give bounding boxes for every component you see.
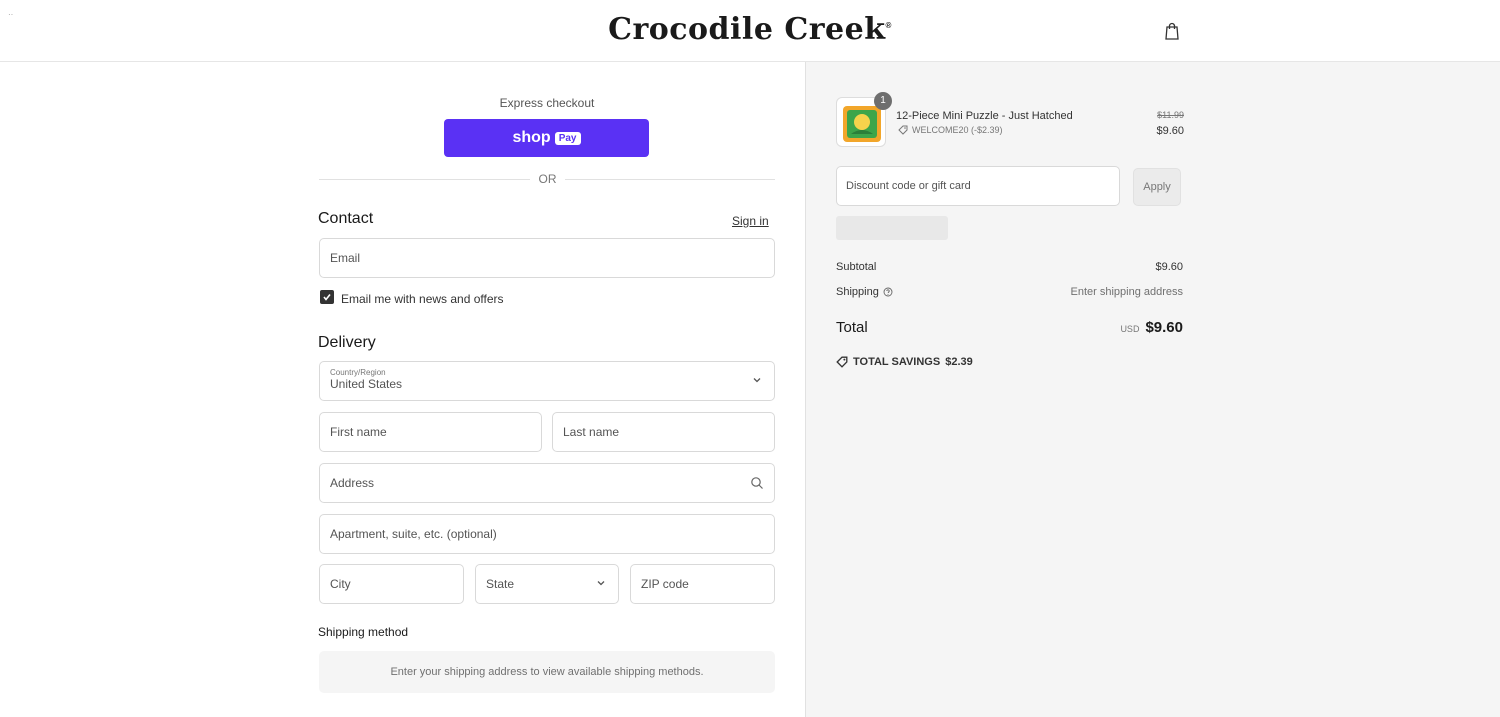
chevron-down-icon bbox=[597, 581, 605, 586]
product-discount: WELCOME20 (-$2.39) bbox=[898, 125, 1003, 135]
divider-right bbox=[565, 179, 775, 180]
total-savings: TOTAL SAVINGS $2.39 bbox=[836, 356, 973, 368]
search-icon bbox=[751, 477, 763, 489]
header: ·· Crocodile Creek® bbox=[0, 0, 1500, 62]
shipping-value: Enter shipping address bbox=[1070, 286, 1183, 298]
shop-pay-button[interactable]: shop Pay bbox=[444, 119, 649, 157]
currency-label: USD bbox=[1120, 324, 1140, 334]
shipping-method-title: Shipping method bbox=[318, 625, 409, 639]
country-select[interactable]: Country/Region United States bbox=[319, 361, 775, 401]
product-name: 12-Piece Mini Puzzle - Just Hatched bbox=[896, 110, 1073, 122]
state-placeholder: State bbox=[486, 577, 515, 591]
shipping-method-note: Enter your shipping address to view avai… bbox=[319, 651, 775, 693]
zip-placeholder: ZIP code bbox=[641, 577, 689, 591]
apartment-field[interactable]: Apartment, suite, etc. (optional) bbox=[319, 514, 775, 554]
contact-title: Contact bbox=[318, 210, 374, 227]
city-placeholder: City bbox=[330, 577, 351, 591]
subtotal-label: Subtotal bbox=[836, 261, 876, 273]
email-field[interactable]: Email bbox=[319, 238, 775, 278]
express-checkout-label: Express checkout bbox=[499, 96, 595, 110]
order-summary: 1 12-Piece Mini Puzzle - Just Hatched WE… bbox=[805, 62, 1500, 717]
logo-text: Crocodile Creek bbox=[608, 12, 886, 47]
loading-placeholder bbox=[836, 216, 948, 240]
or-divider-label: OR bbox=[538, 172, 557, 186]
address-field[interactable]: Address bbox=[319, 463, 775, 503]
store-logo[interactable]: Crocodile Creek® bbox=[0, 12, 1500, 47]
total-label: Total bbox=[836, 319, 868, 336]
shop-pay-pay-label: Pay bbox=[554, 131, 581, 145]
newsletter-label: Email me with news and offers bbox=[341, 292, 504, 306]
first-name-placeholder: First name bbox=[330, 425, 387, 439]
discount-placeholder: Discount code or gift card bbox=[846, 180, 971, 192]
divider-left bbox=[319, 179, 530, 180]
delivery-title: Delivery bbox=[318, 334, 376, 351]
sign-in-link[interactable]: Sign in bbox=[732, 214, 769, 228]
savings-value: $2.39 bbox=[945, 356, 973, 368]
email-placeholder: Email bbox=[330, 251, 361, 265]
product-original-price: $11.99 bbox=[1157, 110, 1184, 120]
help-icon[interactable] bbox=[883, 287, 893, 297]
check-icon bbox=[323, 294, 331, 301]
last-name-placeholder: Last name bbox=[563, 425, 620, 439]
country-label: Country/Region bbox=[330, 368, 386, 377]
shopping-bag-icon[interactable] bbox=[1164, 22, 1180, 40]
discount-code-input[interactable]: Discount code or gift card bbox=[836, 166, 1120, 206]
zip-field[interactable]: ZIP code bbox=[630, 564, 775, 604]
tag-icon bbox=[898, 125, 908, 135]
shipping-label: Shipping bbox=[836, 286, 893, 298]
newsletter-checkbox[interactable] bbox=[320, 290, 334, 304]
logo-mark: ® bbox=[885, 21, 892, 30]
first-name-field[interactable]: First name bbox=[319, 412, 542, 452]
chevron-down-icon bbox=[753, 378, 761, 383]
state-select[interactable]: State bbox=[475, 564, 619, 604]
total-value: USD $9.60 bbox=[1056, 319, 1183, 336]
subtotal-value: $9.60 bbox=[1155, 261, 1183, 273]
country-value: United States bbox=[330, 377, 403, 391]
discount-code-label: WELCOME20 (-$2.39) bbox=[912, 125, 1003, 135]
subtotal-text: Subtotal bbox=[836, 261, 877, 273]
shop-pay-shop-label: shop bbox=[512, 129, 551, 146]
last-name-field[interactable]: Last name bbox=[552, 412, 775, 452]
savings-label: TOTAL SAVINGS bbox=[853, 356, 941, 368]
total-amount: $9.60 bbox=[1145, 319, 1183, 336]
address-placeholder: Address bbox=[330, 476, 375, 490]
tag-icon bbox=[836, 356, 848, 368]
quantity-badge: 1 bbox=[874, 92, 892, 110]
apply-discount-button[interactable]: Apply bbox=[1133, 168, 1181, 206]
product-price: $9.60 bbox=[1156, 125, 1184, 137]
apartment-placeholder: Apartment, suite, etc. (optional) bbox=[330, 527, 497, 541]
shipping-text: Shipping bbox=[836, 286, 879, 298]
city-field[interactable]: City bbox=[319, 564, 464, 604]
checkout-form: Express checkout shop Pay OR Contact Sig… bbox=[0, 62, 805, 717]
